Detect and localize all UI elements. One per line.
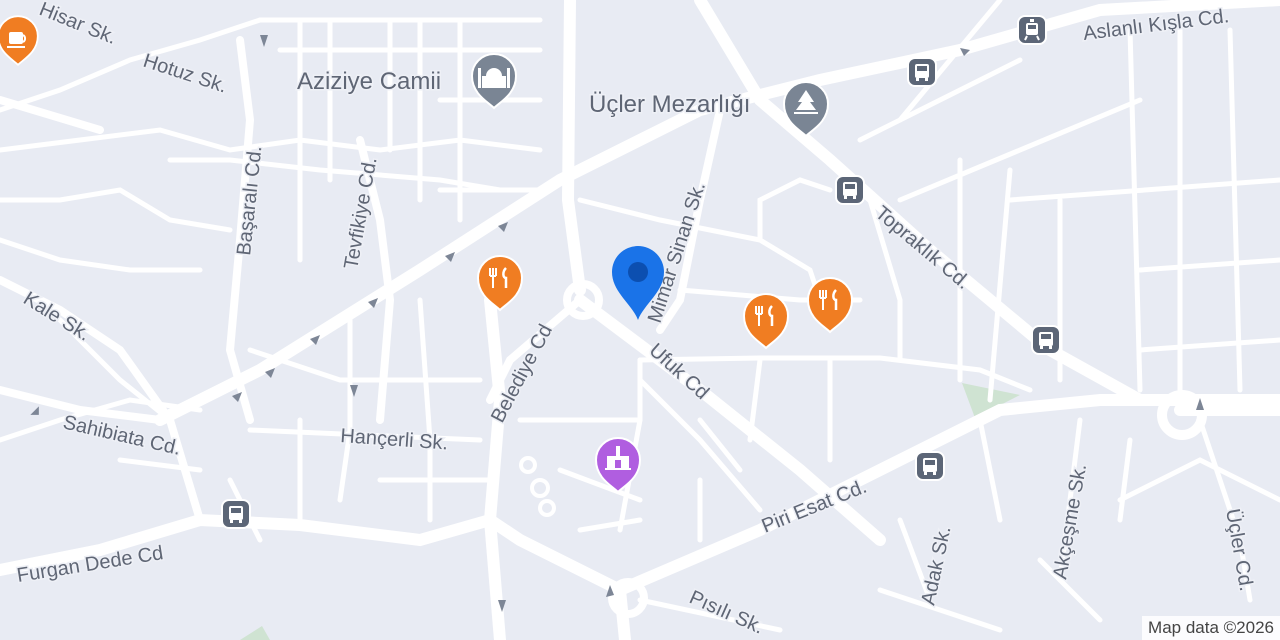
- map-canvas[interactable]: Hisar Sk. Hotuz Sk. Başaralı Cd. Tevfiki…: [0, 0, 1280, 640]
- small-circle: [538, 499, 556, 517]
- small-circle: [519, 456, 537, 474]
- street-label-kale: Kale Sk.: [19, 288, 94, 346]
- map-attribution[interactable]: Map data ©2026: [1142, 616, 1280, 640]
- park-area-2: [240, 626, 270, 640]
- street-label-akcesme: Akçeşme Sk.: [1049, 462, 1091, 581]
- street-label-hancerli: Hançerli Sk.: [340, 425, 449, 454]
- street-label-hisar: Hisar Sk.: [36, 0, 119, 49]
- small-circle: [530, 478, 550, 498]
- restaurant-icon[interactable]: [806, 277, 854, 334]
- bus-icon[interactable]: [915, 451, 945, 481]
- bus-icon[interactable]: [1031, 325, 1061, 355]
- bus-icon[interactable]: [907, 57, 937, 87]
- cafe-icon[interactable]: [0, 15, 39, 67]
- street-label-hotuz: Hotuz Sk.: [140, 50, 229, 98]
- place-label-aziziye-camii: Aziziye Camii: [297, 68, 441, 95]
- bus-icon[interactable]: [835, 175, 865, 205]
- tram-icon[interactable]: [1017, 15, 1047, 45]
- restaurant-icon[interactable]: [742, 293, 790, 350]
- bus-icon[interactable]: [221, 499, 251, 529]
- map-layer: Hisar Sk. Hotuz Sk. Başaralı Cd. Tevfiki…: [0, 0, 1280, 640]
- place-label-ucler-mezarligi: Üçler Mezarlığı: [589, 91, 750, 118]
- street-label-adak: Adak Sk.: [917, 524, 955, 607]
- street-label-ucler: Üçler Cd.: [1221, 507, 1257, 593]
